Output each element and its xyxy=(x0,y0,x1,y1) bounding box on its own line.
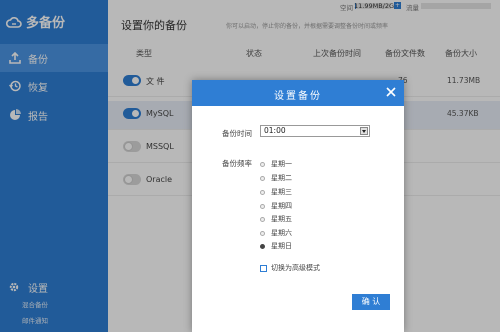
backup-time-value: 01:00 xyxy=(264,126,286,135)
radio-monday[interactable]: 星期一 xyxy=(260,159,292,169)
radio-label: 星期五 xyxy=(271,215,292,223)
radio-label: 星期二 xyxy=(271,174,292,182)
radio-label: 星期三 xyxy=(271,188,292,196)
backup-settings-dialog: 设置备份 备份时间 01:00 备份频率 星期一 星期二 星期三 星期四 星期五… xyxy=(192,80,404,332)
radio-label: 星期六 xyxy=(271,229,292,237)
radio-label: 星期日 xyxy=(271,242,292,250)
radio-label: 星期四 xyxy=(271,202,292,210)
dialog-title: 设置备份 xyxy=(274,91,322,102)
confirm-button[interactable]: 确 认 xyxy=(352,294,390,310)
backup-time-select[interactable]: 01:00 xyxy=(260,125,370,137)
dialog-header: 设置备份 xyxy=(192,80,404,106)
radio-wednesday[interactable]: 星期三 xyxy=(260,187,292,197)
chevron-down-icon xyxy=(360,127,368,135)
radio-tuesday[interactable]: 星期二 xyxy=(260,173,292,183)
advanced-mode-label: 切换为高级模式 xyxy=(271,264,320,272)
radio-sunday[interactable]: 星期日 xyxy=(260,241,292,251)
advanced-mode-checkbox[interactable]: 切换为高级模式 xyxy=(260,263,320,273)
backup-time-label: 备份时间 xyxy=(222,129,252,138)
radio-label: 星期一 xyxy=(271,160,292,168)
radio-friday[interactable]: 星期五 xyxy=(260,214,292,224)
checkbox-box xyxy=(260,264,267,272)
radio-thursday[interactable]: 星期四 xyxy=(260,201,292,211)
radio-saturday[interactable]: 星期六 xyxy=(260,228,292,238)
close-icon[interactable] xyxy=(384,85,398,99)
backup-frequency-label: 备份频率 xyxy=(222,159,252,168)
